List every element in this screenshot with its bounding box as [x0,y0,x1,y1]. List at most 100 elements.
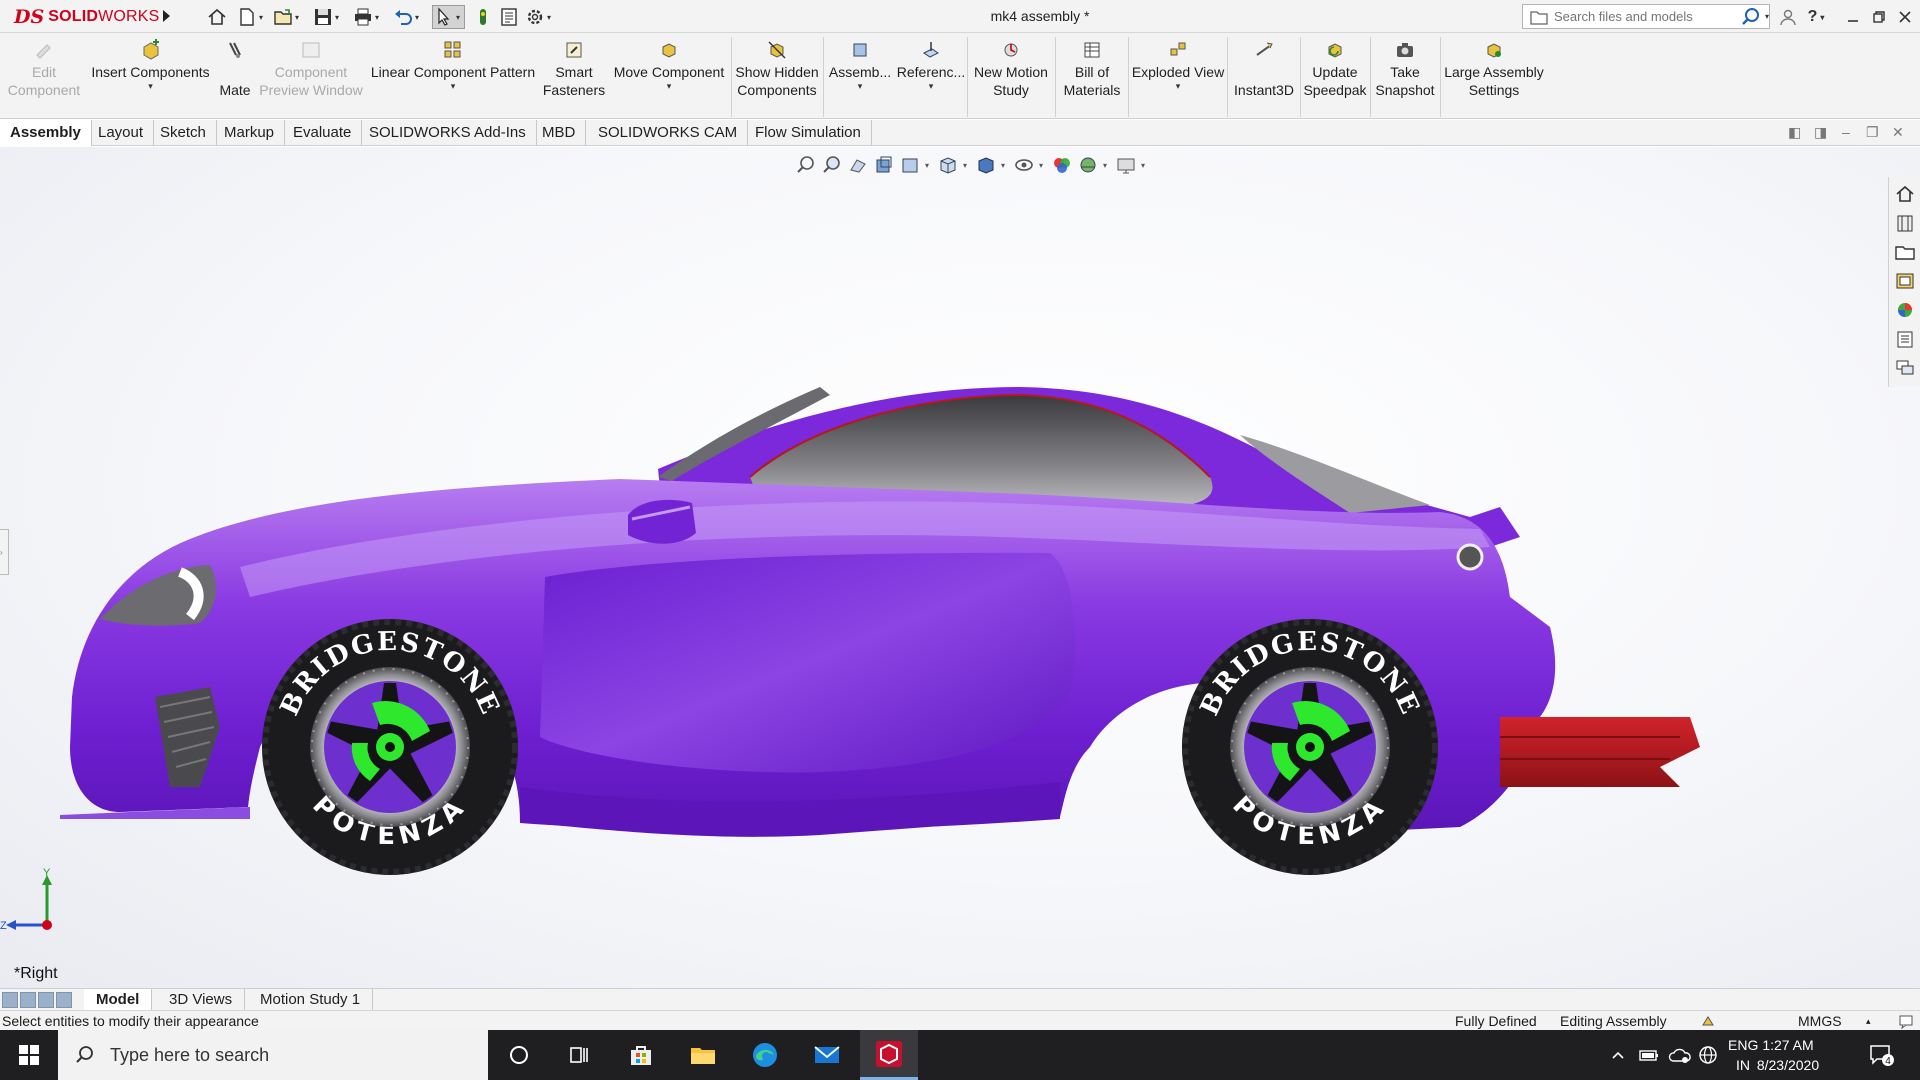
exploded-view-button[interactable]: Exploded View ▾ [1130,39,1226,117]
bill-of-materials-button[interactable]: Bill of Materials [1058,39,1126,117]
dynamic-annotation-icon[interactable] [899,154,921,176]
doc-restore-icon[interactable]: ❐ [1866,124,1879,141]
cortana-button[interactable] [490,1030,548,1080]
search-icon[interactable] [1740,7,1762,27]
design-library-icon[interactable] [1893,211,1917,235]
feature-manager-collapse-handle[interactable]: › [0,529,9,575]
edge-button[interactable] [736,1030,794,1080]
start-button[interactable] [0,1030,58,1080]
unit-system[interactable]: MMGS [1798,1011,1842,1031]
doc-minimize-icon[interactable]: – [1842,124,1850,140]
large-assembly-icon [1487,43,1501,58]
rebuild-button[interactable] [472,5,494,29]
minimize-button[interactable] [1842,6,1864,28]
onedrive-indicator[interactable] [1668,1030,1692,1080]
restore-button[interactable] [1868,6,1890,28]
battery-indicator[interactable] [1638,1030,1660,1080]
view-settings-icon[interactable] [1115,154,1137,176]
assembly-features-button[interactable]: Assemb... ▾ [826,39,894,117]
close-button[interactable] [1894,6,1916,28]
previous-view-icon[interactable] [847,154,869,176]
zoom-to-fit-icon[interactable] [795,154,817,176]
graphics-area[interactable]: ▾ ▾ ▾ ▾ ▾ ▾ › BRIDGESTONE POTENZA BRIDGE… [0,147,1920,988]
tab-evaluate[interactable]: Evaluate [283,120,363,146]
instant3d-button[interactable]: Instant3D [1230,39,1298,117]
hide-show-items-icon[interactable] [1013,154,1035,176]
taskbar-clock[interactable]: 1:27 AM 8/23/2020 [1744,1035,1832,1075]
home-button[interactable] [206,5,228,29]
custom-properties-icon[interactable] [1893,327,1917,351]
network-indicator[interactable] [1698,1030,1718,1080]
select-tool-button[interactable]: ▾ [432,5,465,29]
edit-component-button[interactable]: Edit Component [4,39,84,117]
search-box[interactable]: ▾ [1522,4,1770,29]
user-account-button[interactable] [1777,6,1799,28]
previous-tab-icon[interactable] [20,992,36,1008]
new-motion-study-button[interactable]: New Motion Study [970,39,1052,117]
tab-motion-study-1[interactable]: Motion Study 1 [248,989,374,1011]
reference-geometry-button[interactable]: Referenc... ▾ [896,39,966,117]
save-button[interactable]: ▾ [312,5,343,29]
insert-components-button[interactable]: Insert Components ▾ [88,39,213,117]
undo-button[interactable]: ▾ [392,5,423,29]
zoom-to-area-icon[interactable] [821,154,843,176]
search-dropdown-icon[interactable]: ▾ [1765,12,1769,21]
open-button[interactable]: ▾ [272,5,303,29]
file-explorer-icon[interactable] [1893,240,1917,264]
car-3d-model[interactable]: BRIDGESTONE POTENZA BRIDGESTONE POTENZA [60,267,1740,907]
solidworks-wordmark: SOLIDWORKS [48,7,160,25]
show-hidden-components-button[interactable]: Show Hidden Components [734,39,820,117]
smart-fasteners-button[interactable]: Smart Fasteners [542,39,606,117]
tab-solidworks-cam[interactable]: SOLIDWORKS CAM [588,120,749,146]
new-document-button[interactable]: ▾ [236,5,267,29]
appearances-scenes-icon[interactable] [1893,298,1917,322]
forum-icon[interactable] [1893,356,1917,380]
help-button[interactable]: ? ▾ [1805,6,1827,28]
solidworks-taskbar-button[interactable] [860,1030,918,1080]
first-tab-icon[interactable] [2,992,18,1008]
update-speedpak-button[interactable]: Update Speedpak [1302,39,1368,117]
move-component-button[interactable]: Move Component ▾ [608,39,730,117]
tab-solidworks-addins[interactable]: SOLIDWORKS Add-Ins [359,120,537,146]
linear-pattern-icon [444,41,461,58]
file-properties-button[interactable] [498,5,520,29]
tab-3d-views[interactable]: 3D Views [157,989,246,1011]
task-view-button[interactable] [550,1030,608,1080]
next-tab-icon[interactable] [38,992,54,1008]
tab-sketch[interactable]: Sketch [150,120,217,146]
tab-model[interactable]: Model [84,989,153,1011]
linear-component-pattern-button[interactable]: Linear Component Pattern ▾ [366,39,540,117]
tab-mbd[interactable]: MBD [532,120,587,146]
tab-markup[interactable]: Markup [214,120,286,146]
search-input[interactable] [1554,9,1734,24]
taskbar-search-box[interactable]: Type here to search [58,1030,488,1080]
view-orientation-icon[interactable] [937,154,959,176]
section-view-icon[interactable] [873,154,895,176]
file-explorer-button[interactable] [674,1030,732,1080]
display-style-icon[interactable] [975,154,997,176]
solidworks-resources-icon[interactable] [1893,182,1917,206]
store-button[interactable] [612,1030,670,1080]
edit-appearance-icon[interactable] [1051,154,1073,176]
take-snapshot-button[interactable]: Take Snapshot [1372,39,1438,117]
component-preview-window-button[interactable]: Component Preview Window [258,39,364,117]
options-button[interactable]: ▾ [524,5,555,29]
action-center-button[interactable]: 4 [1868,1030,1894,1080]
mail-button[interactable] [798,1030,856,1080]
tab-flow-simulation[interactable]: Flow Simulation [745,120,872,146]
solidworks-logo[interactable]: DS SOLIDWORKS [0,0,160,33]
last-tab-icon[interactable] [56,992,72,1008]
view-palette-icon[interactable] [1893,269,1917,293]
tab-assembly[interactable]: Assembly [0,120,92,146]
mate-button[interactable]: Mate [214,39,256,117]
unit-system-caret-icon[interactable]: ▴ [1866,1011,1871,1031]
tile-right-icon[interactable]: ◨ [1814,124,1827,141]
show-hidden-icons-button[interactable] [1610,1030,1626,1080]
tile-left-icon[interactable]: ◧ [1788,124,1801,141]
doc-close-icon[interactable]: ✕ [1892,124,1904,141]
print-button[interactable]: ▾ [352,5,383,29]
tab-layout[interactable]: Layout [88,120,155,146]
menu-expand-arrow-icon[interactable] [160,8,172,24]
large-assembly-settings-button[interactable]: Large Assembly Settings [1442,39,1546,117]
apply-scene-icon[interactable] [1077,154,1099,176]
